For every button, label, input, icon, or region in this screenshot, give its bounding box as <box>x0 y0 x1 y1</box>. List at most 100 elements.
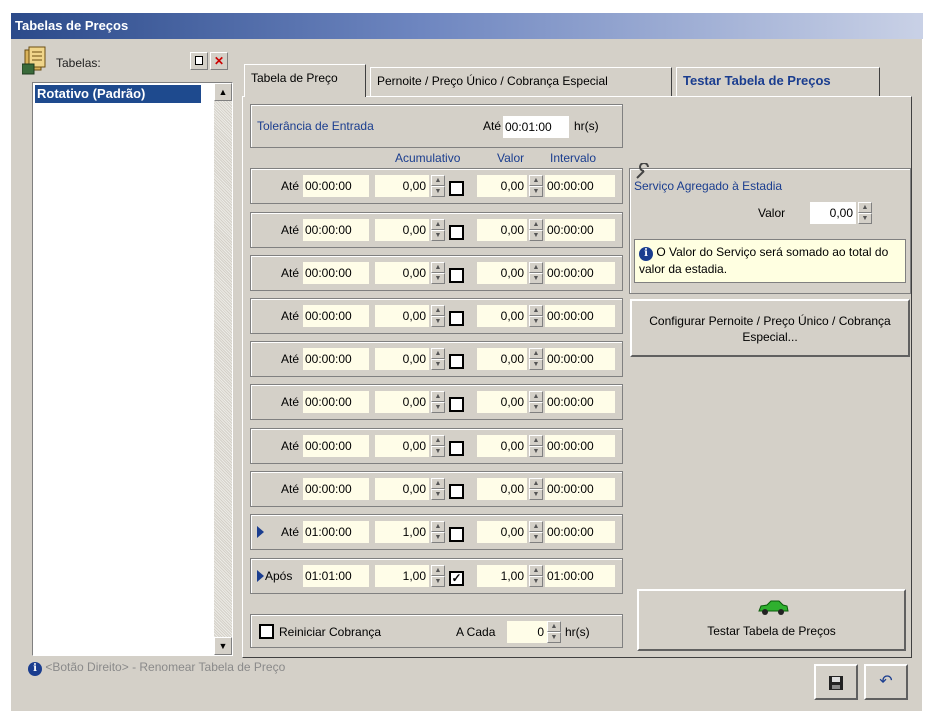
row-acumulativo-spinner[interactable]: ▲ ▼ <box>431 305 445 327</box>
tolerance-time-input[interactable]: 00:01:00 <box>503 116 569 138</box>
spin-down-icon[interactable]: ▼ <box>431 446 445 457</box>
row-time-input[interactable]: 00:00:00 <box>303 219 369 241</box>
row-valor-input[interactable]: 0,00 <box>477 175 527 197</box>
spin-down-icon[interactable]: ▼ <box>529 186 543 197</box>
row-acumulativo-input[interactable]: 0,00 <box>375 391 429 413</box>
row-acumulativo-input[interactable]: 0,00 <box>375 175 429 197</box>
spin-down-icon[interactable]: ▼ <box>431 489 445 500</box>
row-time-input[interactable]: 00:00:00 <box>303 391 369 413</box>
new-table-button[interactable] <box>190 52 208 70</box>
spin-down-icon[interactable]: ▼ <box>547 632 561 643</box>
row-acumulativo-input[interactable]: 0,00 <box>375 435 429 457</box>
delete-table-button[interactable]: ✕ <box>210 52 228 70</box>
row-checkbox[interactable] <box>449 441 464 456</box>
undo-button[interactable]: ↶ <box>864 664 908 700</box>
scroll-down-button[interactable]: ▼ <box>214 637 232 655</box>
row-valor-input[interactable]: 0,00 <box>477 262 527 284</box>
row-acumulativo-spinner[interactable]: ▲ ▼ <box>431 262 445 284</box>
spin-down-icon[interactable]: ▼ <box>529 576 543 587</box>
row-acumulativo-input[interactable]: 0,00 <box>375 478 429 500</box>
row-valor-spinner[interactable]: ▲ ▼ <box>529 478 543 500</box>
row-acumulativo-spinner[interactable]: ▲ ▼ <box>431 521 445 543</box>
row-valor-input[interactable]: 0,00 <box>477 521 527 543</box>
row-valor-spinner[interactable]: ▲ ▼ <box>529 565 543 587</box>
row-intervalo-input[interactable]: 00:00:00 <box>545 262 615 284</box>
list-item-rotativo[interactable]: Rotativo (Padrão) <box>35 85 201 103</box>
spin-down-icon[interactable]: ▼ <box>431 186 445 197</box>
spin-down-icon[interactable]: ▼ <box>529 230 543 241</box>
row-intervalo-input[interactable]: 00:00:00 <box>545 305 615 327</box>
servico-valor-input[interactable]: 0,00 <box>810 202 856 224</box>
a-cada-spinner[interactable]: ▲ ▼ <box>547 621 561 643</box>
row-intervalo-input[interactable]: 00:00:00 <box>545 175 615 197</box>
row-checkbox[interactable] <box>449 225 464 240</box>
row-acumulativo-spinner[interactable]: ▲ ▼ <box>431 219 445 241</box>
spin-up-icon[interactable]: ▲ <box>431 219 445 230</box>
spin-up-icon[interactable]: ▲ <box>529 391 543 402</box>
row-acumulativo-spinner[interactable]: ▲ ▼ <box>431 565 445 587</box>
row-checkbox[interactable] <box>449 527 464 542</box>
spin-up-icon[interactable]: ▲ <box>529 521 543 532</box>
row-acumulativo-spinner[interactable]: ▲ ▼ <box>431 391 445 413</box>
row-checkbox[interactable] <box>449 311 464 326</box>
row-valor-spinner[interactable]: ▲ ▼ <box>529 348 543 370</box>
row-valor-input[interactable]: 0,00 <box>477 435 527 457</box>
spin-down-icon[interactable]: ▼ <box>529 532 543 543</box>
row-intervalo-input[interactable]: 00:00:00 <box>545 435 615 457</box>
spin-up-icon[interactable]: ▲ <box>547 621 561 632</box>
spin-up-icon[interactable]: ▲ <box>431 348 445 359</box>
spin-up-icon[interactable]: ▲ <box>431 478 445 489</box>
spin-down-icon[interactable]: ▼ <box>529 359 543 370</box>
row-valor-spinner[interactable]: ▲ ▼ <box>529 219 543 241</box>
row-acumulativo-input[interactable]: 0,00 <box>375 262 429 284</box>
spin-down-icon[interactable]: ▼ <box>529 402 543 413</box>
row-time-input[interactable]: 01:00:00 <box>303 521 369 543</box>
row-checkbox[interactable] <box>449 268 464 283</box>
row-intervalo-input[interactable]: 00:00:00 <box>545 521 615 543</box>
spin-up-icon[interactable]: ▲ <box>529 219 543 230</box>
tab-testar-tabela[interactable]: Testar Tabela de Preços <box>676 67 880 97</box>
row-valor-spinner[interactable]: ▲ ▼ <box>529 305 543 327</box>
spin-up-icon[interactable]: ▲ <box>529 565 543 576</box>
row-time-input[interactable]: 00:00:00 <box>303 478 369 500</box>
row-intervalo-input[interactable]: 01:00:00 <box>545 565 615 587</box>
row-valor-spinner[interactable]: ▲ ▼ <box>529 391 543 413</box>
spin-down-icon[interactable]: ▼ <box>431 576 445 587</box>
row-checkbox[interactable] <box>449 397 464 412</box>
spin-up-icon[interactable]: ▲ <box>431 435 445 446</box>
reiniciar-checkbox[interactable] <box>259 624 274 639</box>
row-checkbox[interactable]: ✓ <box>449 571 464 586</box>
spin-up-icon[interactable]: ▲ <box>431 262 445 273</box>
spin-down-icon[interactable]: ▼ <box>431 273 445 284</box>
spin-down-icon[interactable]: ▼ <box>529 489 543 500</box>
spin-up-icon[interactable]: ▲ <box>431 175 445 186</box>
row-checkbox[interactable] <box>449 484 464 499</box>
row-time-input[interactable]: 00:00:00 <box>303 262 369 284</box>
spin-down-icon[interactable]: ▼ <box>529 316 543 327</box>
row-valor-spinner[interactable]: ▲ ▼ <box>529 175 543 197</box>
spin-down-icon[interactable]: ▼ <box>431 532 445 543</box>
row-intervalo-input[interactable]: 00:00:00 <box>545 219 615 241</box>
spin-down-icon[interactable]: ▼ <box>529 273 543 284</box>
row-time-input[interactable]: 00:00:00 <box>303 175 369 197</box>
row-acumulativo-input[interactable]: 0,00 <box>375 348 429 370</box>
save-button[interactable] <box>814 664 858 700</box>
spin-up-icon[interactable]: ▲ <box>529 175 543 186</box>
row-acumulativo-input[interactable]: 0,00 <box>375 219 429 241</box>
spin-up-icon[interactable]: ▲ <box>431 391 445 402</box>
row-valor-input[interactable]: 0,00 <box>477 219 527 241</box>
spin-down-icon[interactable]: ▼ <box>858 213 872 224</box>
row-time-input[interactable]: 00:00:00 <box>303 435 369 457</box>
spin-up-icon[interactable]: ▲ <box>431 565 445 576</box>
testar-tabela-button[interactable]: Testar Tabela de Preços <box>637 589 906 651</box>
row-time-input[interactable]: 00:00:00 <box>303 348 369 370</box>
tab-tabela-de-preco[interactable]: Tabela de Preço <box>244 64 366 97</box>
row-checkbox[interactable] <box>449 354 464 369</box>
row-valor-spinner[interactable]: ▲ ▼ <box>529 521 543 543</box>
row-valor-spinner[interactable]: ▲ ▼ <box>529 262 543 284</box>
row-acumulativo-spinner[interactable]: ▲ ▼ <box>431 348 445 370</box>
spin-up-icon[interactable]: ▲ <box>529 348 543 359</box>
spin-down-icon[interactable]: ▼ <box>529 446 543 457</box>
row-acumulativo-spinner[interactable]: ▲ ▼ <box>431 175 445 197</box>
spin-up-icon[interactable]: ▲ <box>529 435 543 446</box>
